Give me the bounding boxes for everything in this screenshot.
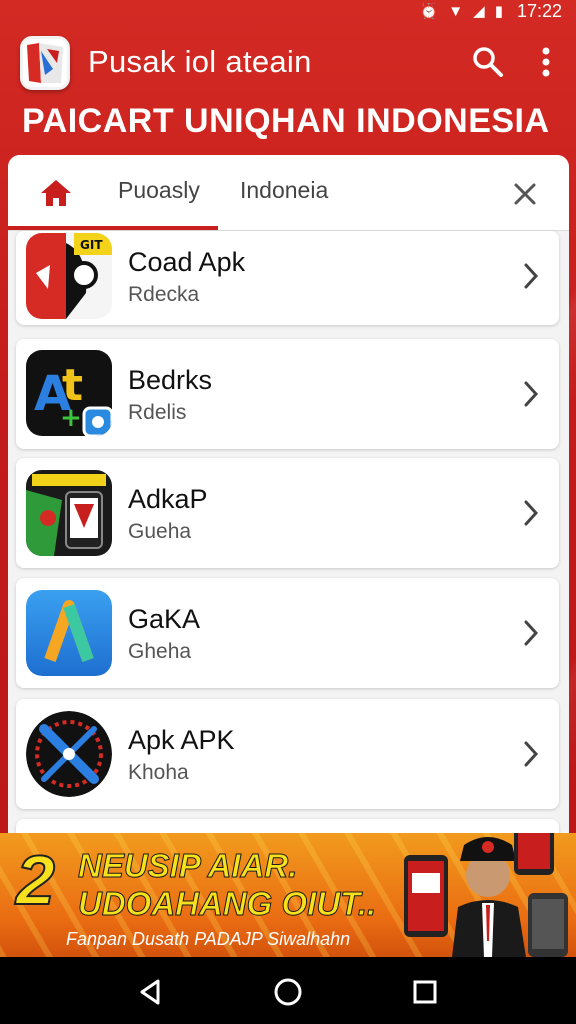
- app-list-item[interactable]: GIT Coad Apk Rdecka: [16, 231, 559, 325]
- wifi-icon: ▼: [448, 2, 464, 20]
- app-subtitle: Rdelis: [128, 401, 187, 424]
- chevron-right-icon: [524, 620, 539, 646]
- tab-home[interactable]: [38, 175, 74, 211]
- app-list-item[interactable]: A t + Bedrks Rdelis: [16, 339, 559, 449]
- promo-caption: Fanpan Dusath PADAJP Siwalhahn: [66, 929, 351, 949]
- signal-icon: ◢: [473, 2, 485, 20]
- system-nav-bar: [0, 957, 576, 1024]
- banner-title: PAICART UNIQHAN INDONESIA: [22, 102, 550, 140]
- status-bar: ⏰ ▼ ◢ ▮ 17:22: [0, 0, 576, 22]
- app-list-item[interactable]: AdkaP Gueha: [16, 458, 559, 568]
- tab-indicator: [8, 226, 218, 230]
- nav-back-button[interactable]: [134, 975, 168, 1009]
- app-list-item[interactable]: GaKA Gheha: [16, 578, 559, 688]
- svg-text:+: +: [60, 403, 82, 433]
- promo-headline-1: NEUSIP AIAR.: [77, 847, 298, 885]
- tab-close[interactable]: [508, 177, 542, 211]
- alarm-icon: ⏰: [419, 2, 439, 20]
- chevron-right-icon: [524, 741, 539, 767]
- home-icon: [41, 180, 71, 206]
- home-circle-icon: [274, 978, 302, 1006]
- app-subtitle: Gueha: [128, 520, 192, 543]
- tab-bar: Puoasly Indoneia: [8, 155, 569, 231]
- battery-icon: ▮: [494, 2, 503, 20]
- app-icon: [26, 711, 112, 797]
- app-name: Bedrks: [128, 365, 213, 395]
- chevron-right-icon: [524, 381, 539, 407]
- app-name: GaKA: [128, 604, 201, 634]
- recents-square-icon: [413, 980, 437, 1004]
- app-title: Pusak iol ateain: [88, 44, 312, 79]
- status-time: 17:22: [516, 0, 562, 21]
- app-icon: GIT: [26, 233, 112, 319]
- app-icon: [26, 470, 112, 556]
- chevron-right-icon: [524, 500, 539, 526]
- app-name: Coad Apk: [128, 247, 246, 277]
- close-icon: [514, 183, 536, 205]
- app-icon: [26, 590, 112, 676]
- search-button[interactable]: [470, 44, 506, 80]
- app-icon: A t +: [26, 350, 112, 436]
- back-triangle-icon: [140, 979, 160, 1005]
- more-options-button[interactable]: [532, 44, 560, 80]
- more-vert-icon: [542, 47, 550, 77]
- app-name: AdkaP: [128, 484, 208, 514]
- app-name: Apk APK: [128, 725, 235, 755]
- content-panel: Puoasly Indoneia GIT Coad Apk Rdecka A t…: [8, 155, 569, 835]
- app-logo: [20, 36, 70, 90]
- search-icon: [473, 47, 503, 77]
- promo-banner[interactable]: 2 NEUSIP AIAR. UDOAHANG OIUT.. Fanpan Du…: [0, 833, 576, 957]
- nav-recents-button[interactable]: [408, 975, 442, 1009]
- app-bar: Pusak iol ateain: [0, 30, 576, 94]
- promo-illustration: [404, 833, 568, 957]
- nav-home-button[interactable]: [271, 975, 305, 1009]
- app-subtitle: Rdecka: [128, 283, 200, 306]
- svg-text:GIT: GIT: [80, 238, 103, 252]
- chevron-right-icon: [524, 263, 539, 289]
- promo-number: 2: [15, 841, 56, 919]
- app-subtitle: Khoha: [128, 761, 189, 784]
- promo-headline-2: UDOAHANG OIUT..: [77, 885, 377, 923]
- tab-indonesia[interactable]: Indoneia: [240, 177, 328, 204]
- app-subtitle: Gheha: [128, 640, 192, 663]
- tab-popular[interactable]: Puoasly: [118, 177, 200, 204]
- app-list-item[interactable]: Apk APK Khoha: [16, 699, 559, 809]
